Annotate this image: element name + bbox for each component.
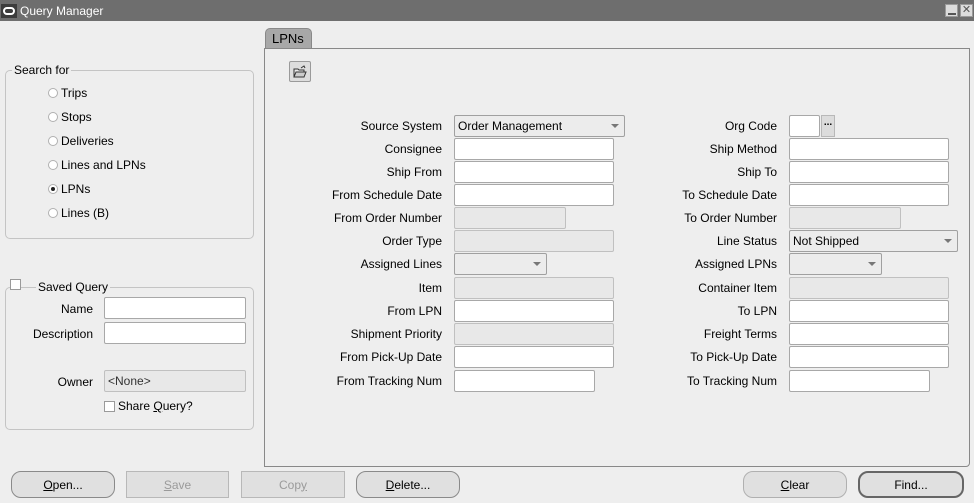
org-code-lov-button[interactable]: ... (821, 115, 835, 137)
radio-label: Lines and LPNs (61, 158, 146, 172)
radio-label: Lines (B) (61, 206, 110, 220)
find-button[interactable]: Find... (858, 471, 964, 498)
radio-button[interactable] (48, 136, 58, 146)
order-type-label: Order Type (382, 234, 442, 248)
share-query-toggle[interactable]: Share Query? (104, 399, 193, 413)
to-order-number-label: To Order Number (684, 211, 777, 225)
search-for-group (5, 70, 254, 239)
saved-query-checkbox[interactable] (10, 279, 21, 290)
radio-button[interactable] (48, 184, 58, 194)
radio-option-deliveries[interactable]: Deliveries (48, 134, 114, 148)
radio-button[interactable] (48, 208, 58, 218)
order-type-input (454, 230, 614, 252)
to-pick-up-date-input[interactable] (789, 346, 949, 368)
from-order-number-input (454, 207, 566, 229)
ship-to-input[interactable] (789, 161, 949, 183)
container-item-input (789, 277, 949, 299)
consignee-input[interactable] (454, 138, 614, 160)
radio-option-lines-b[interactable]: Lines (B) (48, 206, 109, 220)
clear-button[interactable]: Clear (743, 471, 847, 498)
from-tracking-num-input[interactable] (454, 370, 595, 392)
to-tracking-num-input[interactable] (789, 370, 930, 392)
window-title: Query Manager (20, 3, 104, 18)
org-code-label: Org Code (724, 119, 777, 133)
radio-option-lines-and-lpns[interactable]: Lines and LPNs (48, 158, 146, 172)
save-button[interactable]: Save (126, 471, 229, 498)
item-input (454, 277, 614, 299)
consignee-label: Consignee (384, 142, 442, 156)
title-bar: Query Manager ✕ (0, 0, 974, 21)
from-schedule-date-label: From Schedule Date (331, 188, 442, 202)
shipment-priority-input (454, 323, 614, 345)
radio-label: Trips (61, 86, 88, 100)
to-schedule-date-label: To Schedule Date (682, 188, 777, 202)
close-icon[interactable]: ✕ (960, 4, 973, 17)
from-tracking-num-label: From Tracking Num (336, 374, 442, 388)
description-input[interactable] (104, 322, 246, 344)
item-label: Item (418, 281, 442, 295)
ship-method-label: Ship Method (709, 142, 777, 156)
radio-option-lpns[interactable]: LPNs (48, 182, 90, 196)
freight-terms-input[interactable] (789, 323, 949, 345)
oracle-app-icon (1, 3, 17, 18)
share-query-label: Share Query? (118, 399, 193, 413)
freight-terms-label: Freight Terms (703, 327, 777, 341)
from-schedule-date-input[interactable] (454, 184, 614, 206)
search-for-legend: Search for (12, 63, 72, 77)
radio-label: Deliveries (61, 134, 114, 148)
ship-from-label: Ship From (386, 165, 442, 179)
radio-button[interactable] (48, 160, 58, 170)
org-code-input[interactable] (789, 115, 820, 137)
to-schedule-date-input[interactable] (789, 184, 949, 206)
open-folder-icon[interactable] (289, 61, 311, 82)
to-pick-up-date-label: To Pick-Up Date (690, 350, 777, 364)
saved-query-legend: Saved Query (36, 280, 111, 294)
from-pick-up-date-input[interactable] (454, 346, 614, 368)
share-query-checkbox[interactable] (104, 400, 115, 412)
line-status-select[interactable]: Not Shipped (789, 230, 958, 252)
minimize-icon[interactable] (945, 4, 958, 17)
name-input[interactable] (104, 297, 246, 319)
delete-button[interactable]: Delete... (356, 471, 460, 498)
to-tracking-num-label: To Tracking Num (686, 374, 777, 388)
from-order-number-label: From Order Number (333, 211, 442, 225)
ship-from-input[interactable] (454, 161, 614, 183)
name-label: Name (60, 302, 93, 316)
line-status-label: Line Status (716, 234, 777, 248)
copy-button[interactable]: Copy (241, 471, 345, 498)
to-lpn-input[interactable] (789, 300, 949, 322)
radio-button[interactable] (48, 112, 58, 122)
assigned-lpns-select[interactable] (789, 253, 882, 275)
container-item-label: Container Item (698, 281, 777, 295)
description-label: Description (32, 327, 93, 341)
source-system-label: Source System (360, 119, 442, 133)
owner-label: Owner (57, 375, 93, 389)
radio-button[interactable] (48, 88, 58, 98)
ship-to-label: Ship To (737, 165, 777, 179)
assigned-lpns-label: Assigned LPNs (694, 257, 777, 271)
from-lpn-label: From LPN (387, 304, 442, 318)
radio-label: LPNs (61, 182, 91, 196)
radio-option-stops[interactable]: Stops (48, 110, 92, 124)
radio-label: Stops (61, 110, 92, 124)
shipment-priority-label: Shipment Priority (350, 327, 442, 341)
to-lpn-label: To LPN (737, 304, 777, 318)
ship-method-input[interactable] (789, 138, 949, 160)
assigned-lines-label: Assigned Lines (360, 257, 442, 271)
from-pick-up-date-label: From Pick-Up Date (339, 350, 442, 364)
assigned-lines-select[interactable] (454, 253, 547, 275)
owner-field: <None> (104, 370, 246, 392)
open-button[interactable]: Open... (11, 471, 115, 498)
tab-lpns[interactable]: LPNs (265, 28, 312, 49)
radio-option-trips[interactable]: Trips (48, 86, 87, 100)
to-order-number-input (789, 207, 901, 229)
from-lpn-input[interactable] (454, 300, 614, 322)
source-system-select[interactable]: Order Management (454, 115, 625, 137)
